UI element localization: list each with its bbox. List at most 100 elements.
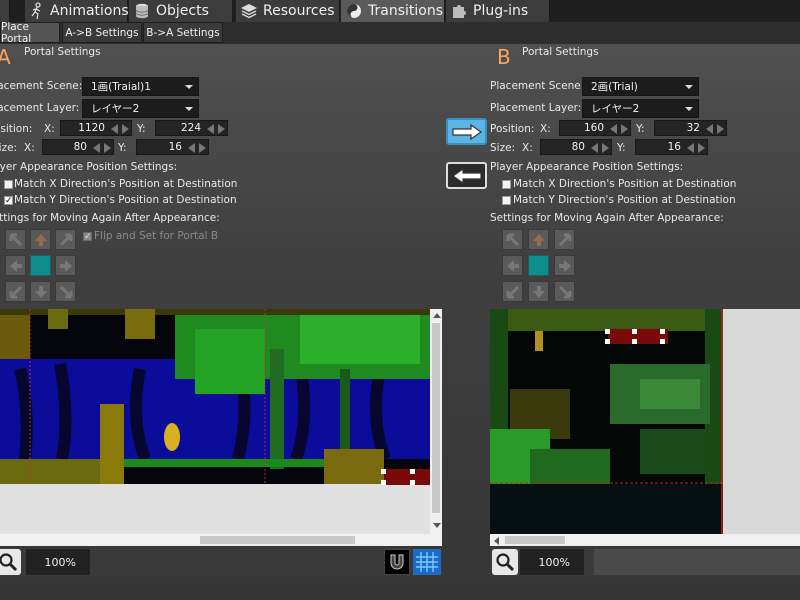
copy-b-to-a-button[interactable] bbox=[446, 162, 487, 189]
increment-arrow-icon[interactable] bbox=[218, 124, 225, 134]
dir-down-right-button[interactable] bbox=[554, 281, 575, 302]
scene-b-map bbox=[490, 309, 723, 534]
tab-scroll-left[interactable] bbox=[0, 0, 10, 22]
size-x-input[interactable]: 80 bbox=[540, 139, 612, 155]
size-y-input[interactable]: 16 bbox=[635, 139, 708, 155]
decrement-arrow-icon[interactable] bbox=[610, 124, 617, 134]
increment-arrow-icon[interactable] bbox=[621, 124, 628, 134]
input-value: 32 bbox=[686, 122, 700, 134]
decrement-arrow-icon[interactable] bbox=[111, 124, 118, 134]
tab-b-to-a-settings[interactable]: B->A Settings bbox=[143, 22, 223, 43]
dir-down-button[interactable] bbox=[30, 281, 51, 302]
decrement-arrow-icon[interactable] bbox=[706, 124, 713, 134]
magnet-icon[interactable] bbox=[384, 549, 410, 575]
match-y-checkbox[interactable] bbox=[502, 196, 511, 205]
tab-animations[interactable]: Animations bbox=[25, 0, 129, 22]
dir-right-button[interactable] bbox=[554, 255, 575, 276]
dir-up-left-button[interactable] bbox=[5, 229, 26, 250]
input-value: 16 bbox=[168, 141, 182, 153]
tab-objects[interactable]: Objects bbox=[129, 0, 233, 22]
zoom-level-field[interactable]: 100% bbox=[520, 549, 584, 575]
dir-down-right-button[interactable] bbox=[55, 281, 76, 302]
size-y-input[interactable]: 16 bbox=[136, 139, 209, 155]
size-y-label: Y: bbox=[118, 142, 127, 154]
match-x-checkbox[interactable] bbox=[502, 180, 511, 189]
size-label: Size: bbox=[490, 142, 516, 154]
position-y-input[interactable]: 32 bbox=[654, 120, 727, 136]
input-value: 1120 bbox=[78, 122, 105, 134]
tab-plugins[interactable]: Plug-ins bbox=[446, 0, 550, 22]
dir-left-button[interactable] bbox=[502, 255, 523, 276]
decrement-arrow-icon[interactable] bbox=[93, 143, 100, 153]
dir-down-left-button[interactable] bbox=[5, 281, 26, 302]
scene-a-horizontal-scrollbar[interactable] bbox=[0, 534, 442, 546]
dir-right-button[interactable] bbox=[55, 255, 76, 276]
moving-settings-label: Settings for Moving Again After Appearan… bbox=[0, 212, 220, 224]
dir-up-right-button[interactable] bbox=[55, 229, 76, 250]
zoom-magnifier-icon[interactable] bbox=[492, 549, 518, 575]
dir-up-left-button[interactable] bbox=[502, 229, 523, 250]
tab-place-portal[interactable]: Place Portal bbox=[0, 21, 60, 45]
increment-arrow-icon[interactable] bbox=[104, 143, 111, 153]
position-y-label: Y: bbox=[636, 123, 645, 135]
size-x-input[interactable]: 80 bbox=[42, 139, 114, 155]
placement-scene-select[interactable]: 2画(Trial) bbox=[582, 77, 699, 96]
position-label: Position: bbox=[490, 123, 535, 135]
flip-label: Flip and Set for Portal B bbox=[94, 230, 219, 242]
grid-icon[interactable] bbox=[413, 549, 441, 575]
dir-center-button[interactable] bbox=[30, 255, 51, 276]
increment-arrow-icon[interactable] bbox=[717, 124, 724, 134]
puzzle-icon bbox=[450, 2, 468, 20]
placement-scene-label: Placement Scene: bbox=[0, 80, 83, 92]
match-y-checkbox[interactable]: ✓ bbox=[4, 196, 13, 206]
running-figure-icon bbox=[29, 2, 45, 20]
position-x-input[interactable]: 1120 bbox=[60, 120, 132, 136]
arrow-left-icon bbox=[451, 167, 482, 184]
select-value: 1画(Traial)1 bbox=[91, 81, 151, 93]
tab-label: A->B Settings bbox=[65, 26, 139, 39]
placement-layer-select[interactable]: レイヤー2 bbox=[582, 99, 699, 118]
tab-resources[interactable]: Resources bbox=[236, 0, 340, 22]
transition-icon bbox=[345, 2, 363, 20]
decrement-arrow-icon[interactable] bbox=[188, 143, 195, 153]
copy-a-to-b-button[interactable] bbox=[446, 118, 487, 145]
decrement-arrow-icon[interactable] bbox=[207, 124, 214, 134]
position-x-input[interactable]: 160 bbox=[559, 120, 631, 136]
match-y-label: Match Y Direction's Position at Destinat… bbox=[513, 194, 736, 206]
tab-label: Plug-ins bbox=[473, 3, 529, 19]
dir-up-button[interactable] bbox=[528, 229, 549, 250]
increment-arrow-icon[interactable] bbox=[122, 124, 129, 134]
dir-up-right-button[interactable] bbox=[554, 229, 575, 250]
size-x-label: X: bbox=[24, 142, 35, 154]
placement-scene-select[interactable]: 1画(Traial)1 bbox=[82, 77, 199, 96]
portal-b-title: Portal Settings bbox=[522, 46, 599, 58]
moving-settings-label: Settings for Moving Again After Appearan… bbox=[490, 212, 724, 224]
match-x-checkbox[interactable] bbox=[4, 180, 13, 189]
dir-up-button[interactable] bbox=[30, 229, 51, 250]
tab-a-to-b-settings[interactable]: A->B Settings bbox=[62, 22, 142, 43]
match-x-label: Match X Direction's Position at Destinat… bbox=[513, 178, 737, 190]
dir-left-button[interactable] bbox=[5, 255, 26, 276]
sub-tab-bar: Place Portal A->B Settings B->A Settings bbox=[0, 21, 800, 45]
chevron-down-icon bbox=[185, 107, 193, 111]
flip-checkbox[interactable]: ✓ bbox=[83, 232, 92, 242]
increment-arrow-icon[interactable] bbox=[199, 143, 206, 153]
position-y-input[interactable]: 224 bbox=[155, 120, 228, 136]
dir-down-button[interactable] bbox=[528, 281, 549, 302]
scene-a-canvas[interactable] bbox=[0, 309, 430, 534]
scene-a-vertical-scrollbar[interactable] bbox=[430, 309, 442, 534]
increment-arrow-icon[interactable] bbox=[698, 143, 705, 153]
scene-b-canvas[interactable] bbox=[490, 309, 800, 534]
increment-arrow-icon[interactable] bbox=[602, 143, 609, 153]
decrement-arrow-icon[interactable] bbox=[687, 143, 694, 153]
scene-b-zoom-bar: 100% bbox=[490, 548, 800, 576]
dir-down-left-button[interactable] bbox=[502, 281, 523, 302]
position-x-label: X: bbox=[44, 123, 55, 135]
zoom-magnifier-icon[interactable] bbox=[0, 549, 21, 575]
dir-center-button[interactable] bbox=[528, 255, 549, 276]
scene-b-horizontal-scrollbar[interactable] bbox=[490, 534, 800, 546]
tab-transitions[interactable]: Transitions bbox=[341, 0, 445, 22]
decrement-arrow-icon[interactable] bbox=[591, 143, 598, 153]
placement-layer-select[interactable]: レイヤー2 bbox=[82, 99, 199, 118]
zoom-level-field[interactable]: 100% bbox=[26, 549, 90, 575]
